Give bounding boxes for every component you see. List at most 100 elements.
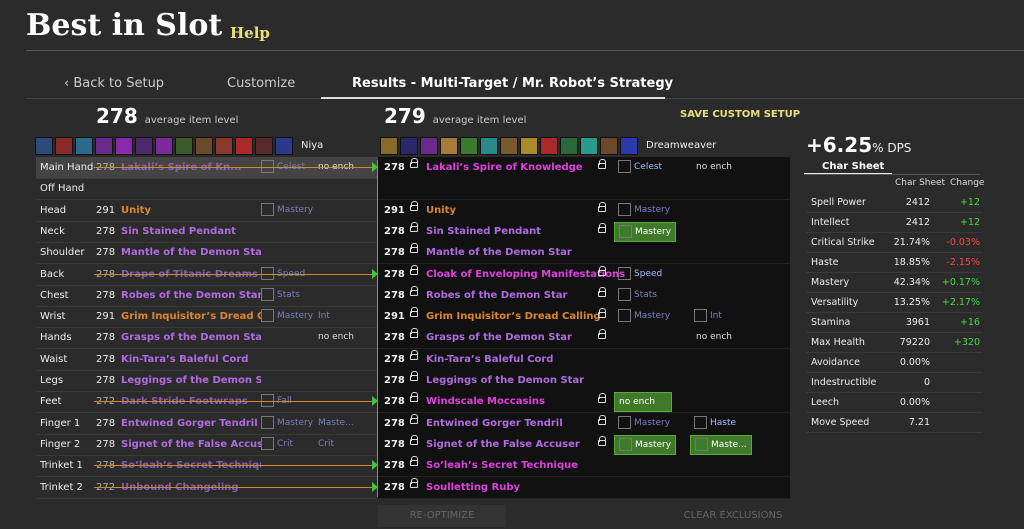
stat-value: 0.00% bbox=[899, 357, 930, 368]
right-slot-row[interactable]: 278 Sin Stained Pendant Mastery bbox=[378, 220, 790, 243]
stat-name: Avoidance bbox=[811, 357, 860, 368]
lock-icon[interactable] bbox=[598, 329, 606, 340]
lock-icon[interactable] bbox=[598, 435, 606, 446]
slot-label: Legs bbox=[40, 375, 64, 386]
lock-icon[interactable] bbox=[410, 328, 418, 339]
lock-icon[interactable] bbox=[410, 456, 418, 467]
clear-exclusions-button[interactable]: CLEAR EXCLUSIONS bbox=[668, 505, 798, 527]
left-slot-row[interactable]: Neck 278 Sin Stained Pendant bbox=[36, 221, 378, 243]
stat-row: Versatility 13.25% +2.17% bbox=[806, 293, 982, 313]
left-slot-row[interactable]: Trinket 2 272 Unbound Changeling bbox=[36, 477, 378, 499]
right-slot-row[interactable]: 278 Mantle of the Demon Star bbox=[378, 242, 790, 265]
right-slot-row[interactable]: 278 Soulletting Ruby bbox=[378, 476, 790, 499]
right-slot-row[interactable]: 278 Lakali’s Spire of Knowledge Celest n… bbox=[378, 157, 790, 179]
enchant-icon bbox=[695, 437, 708, 451]
item-name: Kin-Tara’s Baleful Cord bbox=[121, 353, 249, 365]
right-slot-row[interactable]: 278 Kin-Tara’s Baleful Cord bbox=[378, 348, 790, 371]
stat-name: Move Speed bbox=[811, 417, 870, 428]
enchant-icon bbox=[694, 415, 707, 429]
right-slot-row[interactable]: 278 Grasps of the Demon Star no ench bbox=[378, 327, 790, 350]
item-level: 291 bbox=[384, 204, 405, 216]
talent-icon bbox=[420, 137, 438, 155]
right-slot-row[interactable]: 278 Robes of the Demon Star Stats bbox=[378, 284, 790, 307]
lock-icon[interactable] bbox=[598, 201, 606, 212]
enchant-tag: Maste... bbox=[690, 434, 752, 455]
slot-label: Finger 2 bbox=[40, 438, 81, 450]
tab-results[interactable]: Results - Multi-Target / Mr. Robot’s Str… bbox=[352, 76, 673, 91]
item-level: 278 bbox=[96, 225, 116, 237]
stat-value: 13.25% bbox=[893, 297, 930, 308]
left-slot-row[interactable]: Legs 278 Leggings of the Demon Star bbox=[36, 370, 378, 392]
lock-icon[interactable] bbox=[410, 285, 418, 296]
tab-char-sheet[interactable]: Char Sheet bbox=[822, 161, 884, 172]
left-slot-row[interactable]: Off Hand bbox=[36, 178, 378, 201]
col-header-change: Change bbox=[950, 178, 985, 188]
slot-label: Trinket 1 bbox=[40, 460, 83, 472]
compare-divider bbox=[377, 160, 378, 497]
left-slot-row[interactable]: Head 291 Unity Mastery bbox=[36, 200, 378, 222]
lock-icon[interactable] bbox=[410, 264, 418, 275]
tab-customize[interactable]: Customize bbox=[227, 76, 295, 91]
enchant-tag: Haste bbox=[690, 414, 740, 432]
left-slot-row[interactable]: Finger 2 278 Signet of the False Accuser… bbox=[36, 434, 378, 456]
save-custom-setup-button[interactable]: SAVE CUSTOM SETUP bbox=[680, 109, 800, 120]
lock-icon[interactable] bbox=[410, 158, 418, 168]
enchant-tag: no ench bbox=[696, 162, 732, 172]
lock-icon[interactable] bbox=[598, 414, 606, 425]
item-name: Windscale Moccasins bbox=[426, 396, 545, 408]
talent-icon bbox=[440, 137, 458, 155]
tab-back-to-setup[interactable]: ‹ Back to Setup bbox=[64, 76, 164, 91]
right-slot-row[interactable]: 291 Grim Inquisitor’s Dread Calling Mast… bbox=[378, 306, 790, 329]
talent-icon bbox=[600, 137, 618, 155]
left-slot-row[interactable]: Shoulder 278 Mantle of the Demon Star bbox=[36, 242, 378, 265]
right-slot-row[interactable]: 291 Unity Mastery bbox=[378, 199, 790, 222]
stat-name: Leech bbox=[811, 397, 840, 408]
left-slot-row[interactable]: Waist 278 Kin-Tara’s Baleful Cord bbox=[36, 349, 378, 371]
lock-icon[interactable] bbox=[410, 434, 418, 445]
right-slot-row[interactable]: 278 Cloak of Enveloping Manifestations S… bbox=[378, 263, 790, 286]
lock-icon[interactable] bbox=[410, 477, 418, 488]
lock-icon[interactable] bbox=[598, 265, 606, 276]
left-slot-row[interactable]: Back 278 Drape of Titanic Dreams Speed bbox=[36, 264, 378, 286]
lock-icon[interactable] bbox=[410, 243, 418, 254]
right-slot-row[interactable]: 278 Entwined Gorger Tendril Mastery Hast… bbox=[378, 412, 790, 435]
item-level: 278 bbox=[384, 353, 405, 365]
left-slot-row[interactable]: Chest 278 Robes of the Demon Star Stats bbox=[36, 285, 378, 307]
right-slot-row[interactable]: 278 Leggings of the Demon Star bbox=[378, 370, 790, 392]
lock-icon[interactable] bbox=[598, 222, 606, 233]
stat-change: +2.17% bbox=[941, 297, 980, 308]
gem-tag: Crit bbox=[261, 434, 293, 455]
stat-value: 3961 bbox=[905, 317, 930, 328]
lock-icon[interactable] bbox=[598, 308, 606, 319]
lock-icon[interactable] bbox=[598, 286, 606, 297]
lock-icon[interactable] bbox=[410, 392, 418, 403]
talent-icon bbox=[135, 137, 153, 155]
lock-icon[interactable] bbox=[410, 200, 418, 211]
re-optimize-button[interactable]: RE-OPTIMIZE bbox=[378, 505, 506, 527]
help-link[interactable]: Help bbox=[230, 24, 270, 42]
right-slot-row[interactable] bbox=[378, 178, 790, 201]
right-slot-row[interactable]: 278 So’leah’s Secret Technique bbox=[378, 455, 790, 478]
stat-name: Stamina bbox=[811, 317, 851, 328]
gem-icon bbox=[618, 160, 631, 173]
lock-icon[interactable] bbox=[410, 307, 418, 318]
right-slot-row[interactable]: 278 Signet of the False Accuser Mastery … bbox=[378, 433, 790, 456]
enchant-icon bbox=[694, 309, 707, 323]
lock-icon[interactable] bbox=[598, 393, 606, 404]
left-slot-row[interactable]: Finger 1 278 Entwined Gorger Tendril Mas… bbox=[36, 413, 378, 435]
lock-icon[interactable] bbox=[598, 159, 606, 169]
right-slot-row[interactable]: 278 Windscale Moccasins no ench bbox=[378, 391, 790, 414]
lock-icon[interactable] bbox=[410, 221, 418, 232]
lock-icon[interactable] bbox=[410, 349, 418, 360]
left-slot-row[interactable]: Wrist 291 Grim Inquisitor’s Dread Cal...… bbox=[36, 306, 378, 329]
lock-icon[interactable] bbox=[410, 413, 418, 424]
left-slot-row[interactable]: Feet 272 Dark Stride Footwraps Fall bbox=[36, 391, 378, 414]
left-slot-row[interactable]: Trinket 1 278 So’leah’s Secret Technique bbox=[36, 455, 378, 478]
stat-change: -0.03% bbox=[946, 237, 980, 248]
item-name: Sin Stained Pendant bbox=[121, 225, 236, 237]
left-slot-row[interactable]: Main Hand 278 Lakali’s Spire of Kn... Ce… bbox=[36, 157, 378, 179]
left-talent-icons bbox=[35, 137, 293, 155]
lock-icon[interactable] bbox=[410, 371, 418, 381]
left-slot-row[interactable]: Hands 278 Grasps of the Demon Star no en… bbox=[36, 327, 378, 350]
gem-tag: Mastery bbox=[614, 307, 674, 325]
